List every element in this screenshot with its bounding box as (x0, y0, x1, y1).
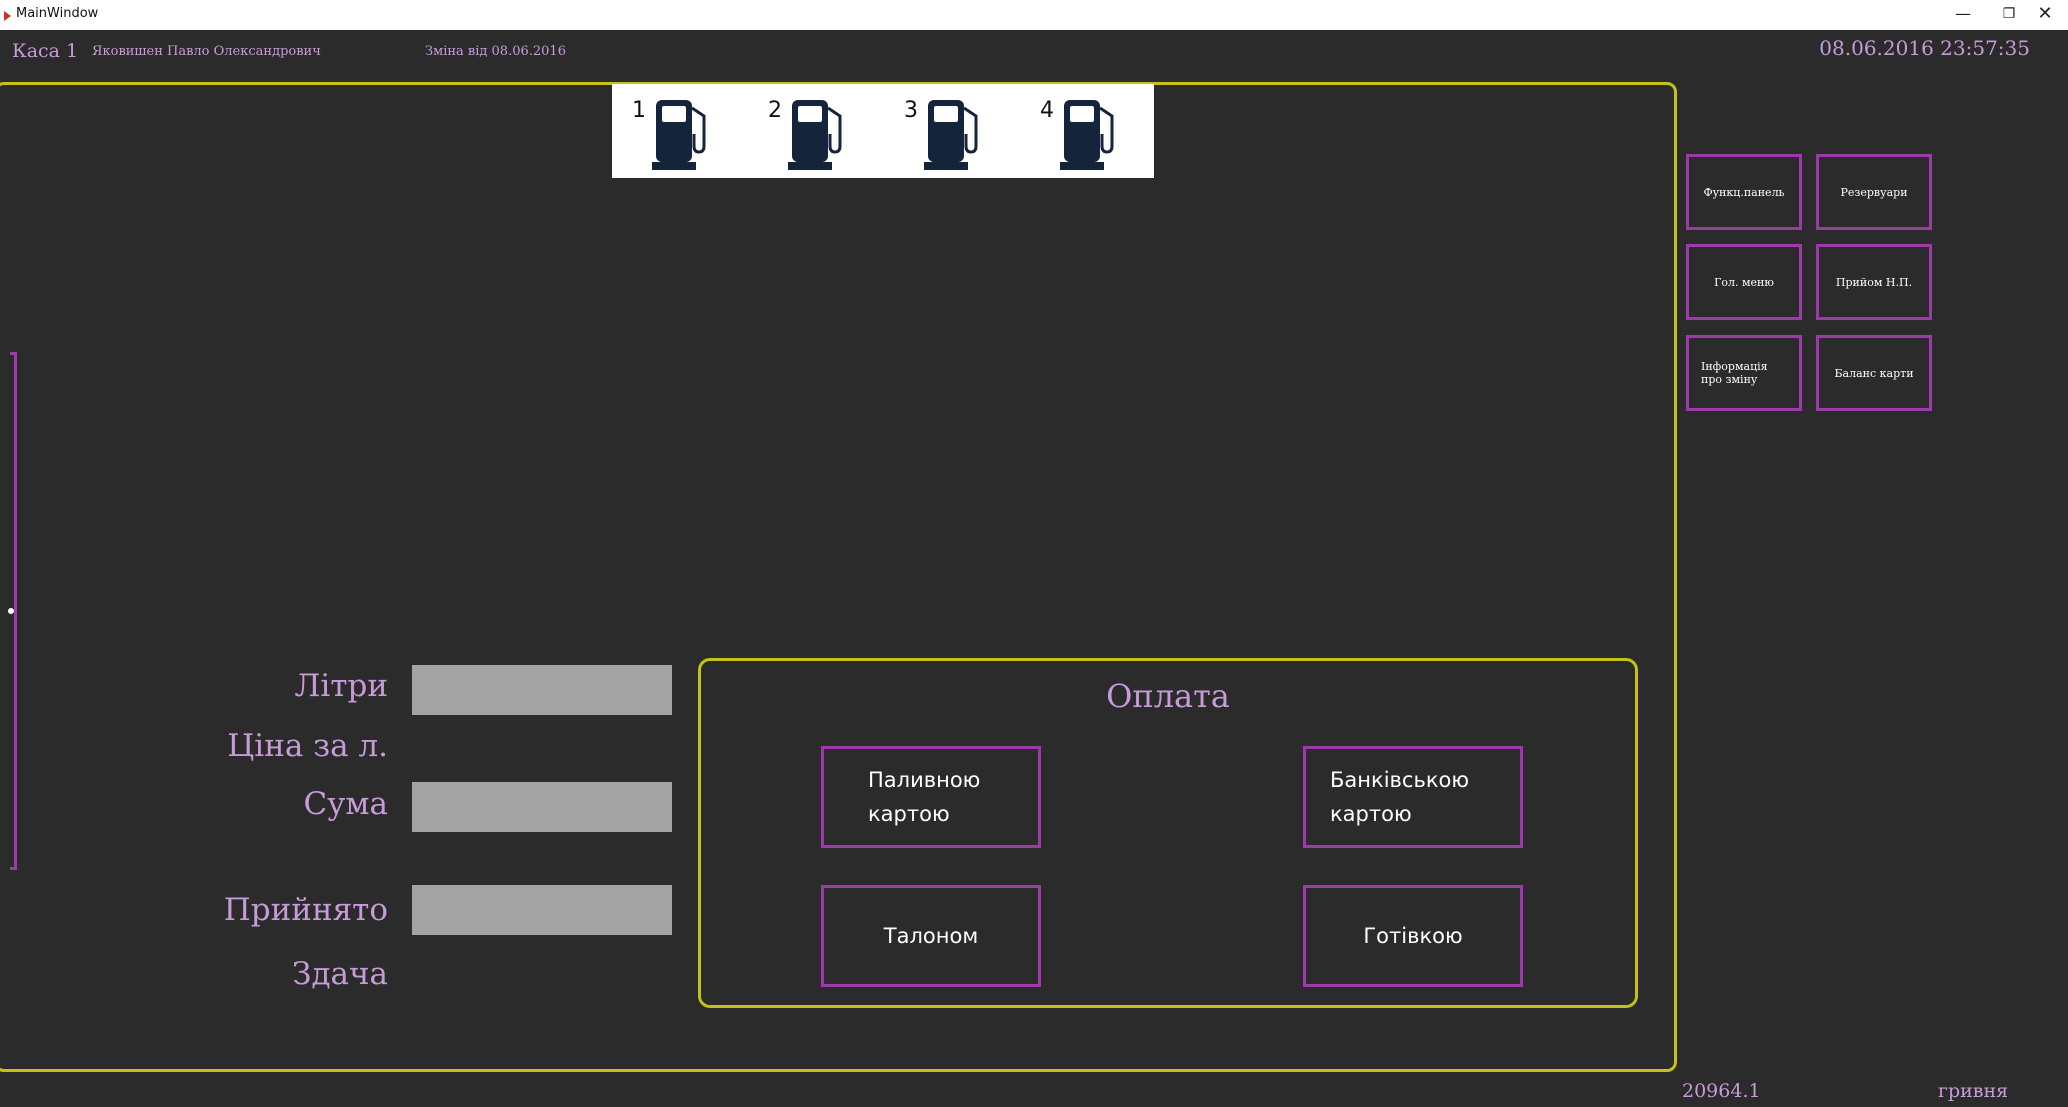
func-panel-label: Функц.панель (1703, 185, 1785, 199)
pump-number: 4 (1040, 98, 1054, 123)
minimize-button[interactable]: — (1940, 0, 1986, 30)
pay-fuel-card-button[interactable]: Паливною картою (821, 746, 1041, 848)
pay-fuel-card-line1: Паливною (868, 768, 981, 792)
pump-2[interactable]: 2 (756, 90, 866, 174)
pay-fuel-card-line2: картою (868, 802, 950, 826)
price-per-litre-label: Ціна за л. (227, 728, 388, 764)
fuel-pump-icon (788, 100, 842, 170)
window-titlebar: MainWindow — ❐ ✕ (0, 0, 2068, 30)
pay-bank-card-button[interactable]: Банківською картою (1303, 746, 1523, 848)
pump-number: 3 (904, 98, 918, 123)
pay-coupon-label: Талоном (883, 924, 979, 948)
cashier-name: Яковишен Павло Олександрович (92, 44, 321, 59)
app-icon (4, 11, 11, 21)
pump-number: 1 (632, 98, 646, 123)
sum-label: Сума (303, 786, 388, 822)
window-title: MainWindow (16, 6, 99, 21)
footer-amount: 20964.1 (1682, 1080, 1761, 1102)
pump-4[interactable]: 4 (1028, 90, 1138, 174)
sum-field[interactable] (412, 782, 672, 832)
fuel-pump-icon (1060, 100, 1114, 170)
fuel-pump-icon (924, 100, 978, 170)
reservoirs-button[interactable]: Резервуари (1816, 154, 1932, 230)
accepted-field[interactable] (412, 885, 672, 935)
litres-label: Літри (294, 668, 388, 704)
kasa-label: Каса 1 (12, 40, 79, 62)
pay-bank-card-line1: Банківською (1330, 768, 1470, 792)
pumps-panel: 1 2 3 4 (612, 84, 1154, 178)
left-handle-dot (8, 608, 14, 614)
datetime-display: 08.06.2016 23:57:35 (1819, 36, 2030, 60)
shift-info-button[interactable]: Інформація про зміну (1686, 335, 1802, 411)
main-menu-button[interactable]: Гол. меню (1686, 244, 1802, 320)
func-panel-button[interactable]: Функц.панель (1686, 154, 1802, 230)
close-button[interactable]: ✕ (2022, 0, 2068, 30)
main-menu-label: Гол. меню (1714, 275, 1774, 289)
shift-label: Зміна від 08.06.2016 (425, 44, 566, 59)
pay-bank-card-line2: картою (1330, 802, 1412, 826)
pump-number: 2 (768, 98, 782, 123)
fuel-pump-icon (652, 100, 706, 170)
card-balance-button[interactable]: Баланс карти (1816, 335, 1932, 411)
payment-panel: Оплата Паливною картою Банківською карто… (698, 658, 1638, 1008)
shift-info-line2: про зміну (1701, 373, 1758, 386)
pump-3[interactable]: 3 (892, 90, 1002, 174)
reservoirs-label: Резервуари (1840, 185, 1908, 199)
accepted-label: Прийнято (223, 892, 388, 928)
pump-1[interactable]: 1 (620, 90, 730, 174)
receive-fuel-label: Прийом Н.П. (1835, 275, 1913, 289)
pay-cash-label: Готівкою (1363, 924, 1463, 948)
payment-title: Оплата (1106, 677, 1230, 715)
pay-coupon-button[interactable]: Талоном (821, 885, 1041, 987)
receive-fuel-button[interactable]: Прийом Н.П. (1816, 244, 1932, 320)
card-balance-label: Баланс карти (1834, 366, 1914, 380)
shift-info-line1: Інформація (1701, 360, 1768, 373)
litres-field[interactable] (412, 665, 672, 715)
pay-cash-button[interactable]: Готівкою (1303, 885, 1523, 987)
change-label: Здача (292, 956, 388, 992)
footer-currency: гривня (1938, 1080, 2009, 1102)
